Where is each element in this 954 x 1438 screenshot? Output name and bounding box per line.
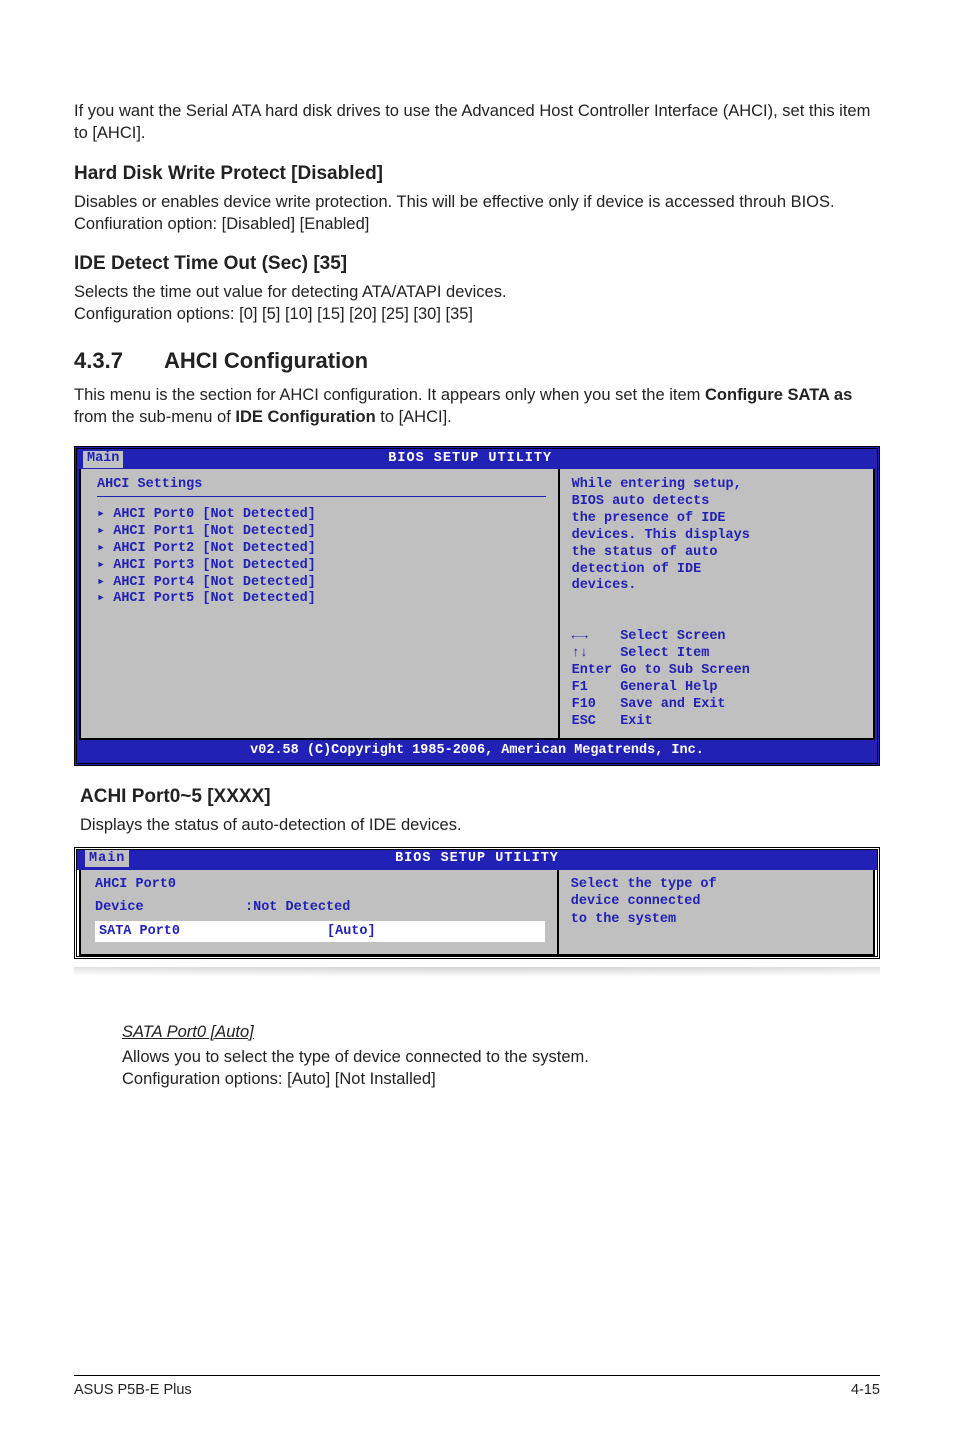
bios1-left-panel: AHCI Settings AHCI Port0 [Not Detected] …: [81, 469, 560, 738]
footer-right: 4-15: [851, 1382, 880, 1398]
section-body-bold2: IDE Configuration: [235, 408, 375, 426]
bios1-tab-main: Main: [83, 451, 123, 468]
ide-timeout-heading: IDE Detect Time Out (Sec) [35]: [74, 253, 880, 275]
achi-body: Displays the status of auto-detection of…: [80, 814, 880, 836]
bios1-item-port2: AHCI Port2 [Not Detected]: [97, 541, 546, 558]
section-body-pre: This menu is the section for AHCI config…: [74, 386, 705, 404]
bios1-right-panel: While entering setup, BIOS auto detects …: [560, 469, 873, 738]
section-body: This menu is the section for AHCI config…: [74, 384, 880, 429]
bios2-sata-port-value: [Auto]: [327, 923, 376, 941]
sata-port0-title: SATA Port0 [Auto]: [122, 1023, 880, 1042]
bios1-key-hints: ←→ Select Screen ↑↓ Select Item Enter Go…: [572, 629, 861, 730]
bios2-tab-main: Main: [85, 850, 129, 868]
bios2-sata-port-label: SATA Port0: [97, 923, 327, 941]
bios2-left-panel: AHCI Port0 Device :Not Detected SATA Por…: [81, 870, 559, 955]
section-body-post: to [AHCI].: [376, 408, 452, 426]
bios2-device-label: Device: [95, 899, 245, 917]
section-body-mid: from the sub-menu of: [74, 408, 235, 426]
bios2-help-text: Select the type of device connected to t…: [559, 870, 873, 955]
bios2-device-value: :Not Detected: [245, 899, 350, 917]
sata-port0-line2: Configuration options: [Auto] [Not Insta…: [122, 1070, 436, 1088]
section-title: AHCI Configuration: [164, 348, 368, 373]
bios1-help-text: While entering setup, BIOS auto detects …: [572, 477, 861, 627]
section-heading: 4.3.7AHCI Configuration: [74, 348, 880, 374]
bios-screenshot-1: Main BIOS SETUP UTILITY AHCI Settings AH…: [74, 446, 880, 766]
bios2-heading: AHCI Port0: [95, 876, 545, 894]
bios1-title: BIOS SETUP UTILITY: [123, 451, 817, 468]
bios1-title-row: Main BIOS SETUP UTILITY: [77, 449, 877, 469]
hdwp-body: Disables or enables device write protect…: [74, 191, 880, 236]
bios1-heading: AHCI Settings: [97, 477, 546, 497]
achi-heading: ACHI Port0~5 [XXXX]: [80, 786, 880, 808]
section-number: 4.3.7: [74, 348, 164, 374]
intro-paragraph: If you want the Serial ATA hard disk dri…: [74, 100, 880, 145]
bios1-item-port5: AHCI Port5 [Not Detected]: [97, 591, 546, 608]
bios1-item-port4: AHCI Port4 [Not Detected]: [97, 575, 546, 592]
sata-port0-block: SATA Port0 [Auto] Allows you to select t…: [122, 1023, 880, 1091]
bios1-item-port3: AHCI Port3 [Not Detected]: [97, 558, 546, 575]
bios1-item-port0: AHCI Port0 [Not Detected]: [97, 507, 546, 524]
bios1-footer: v02.58 (C)Copyright 1985-2006, American …: [79, 742, 875, 761]
ide-timeout-line2: Configuration options: [0] [5] [10] [15]…: [74, 305, 473, 323]
bios2-selected-row: SATA Port0 [Auto]: [95, 921, 545, 943]
bios-screenshot-2: Main BIOS SETUP UTILITY AHCI Port0 Devic…: [74, 847, 880, 960]
bios2-fade: [74, 967, 880, 993]
ide-timeout-line1: Selects the time out value for detecting…: [74, 283, 507, 301]
footer-left: ASUS P5B-E Plus: [74, 1382, 192, 1398]
ide-timeout-body: Selects the time out value for detecting…: [74, 281, 880, 326]
bios2-title: BIOS SETUP UTILITY: [395, 851, 559, 866]
section-body-bold1: Configure SATA as: [705, 386, 852, 404]
bios1-item-port1: AHCI Port1 [Not Detected]: [97, 524, 546, 541]
page-footer: ASUS P5B-E Plus 4-15: [74, 1375, 880, 1398]
hdwp-heading: Hard Disk Write Protect [Disabled]: [74, 163, 880, 185]
bios2-title-row: Main BIOS SETUP UTILITY: [77, 850, 877, 870]
sata-port0-line1: Allows you to select the type of device …: [122, 1048, 589, 1066]
